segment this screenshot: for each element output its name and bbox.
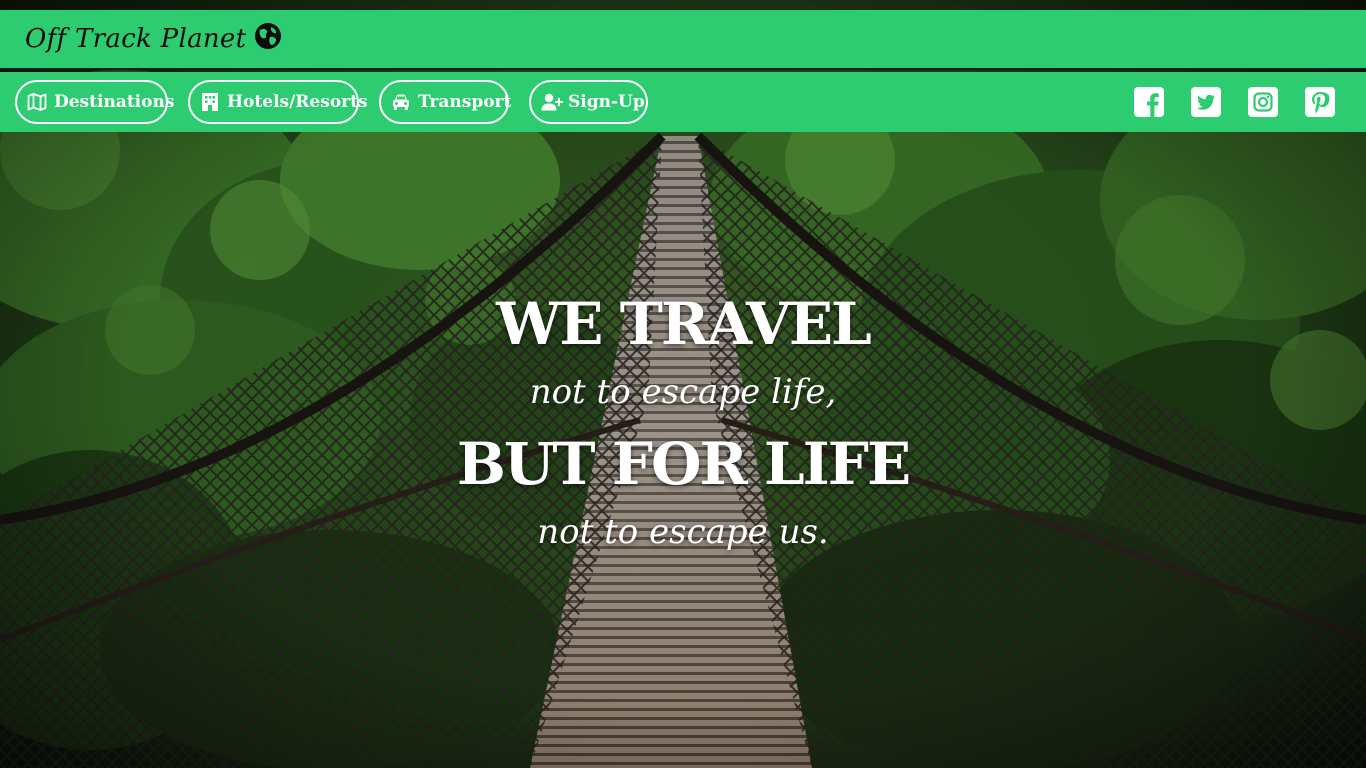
- nav-destinations-label: Destinations: [54, 92, 175, 112]
- pinterest-icon: [1305, 87, 1335, 117]
- nav-signup-label: Sign-Up: [568, 92, 645, 112]
- hotel-icon: [200, 92, 220, 112]
- nav-destinations-button[interactable]: Destinations: [15, 80, 174, 124]
- pinterest-link[interactable]: [1305, 87, 1335, 117]
- instagram-link[interactable]: [1248, 87, 1278, 117]
- brand-name: Off Track Planet: [25, 24, 247, 54]
- facebook-link[interactable]: [1134, 87, 1164, 117]
- header-bar: Off Track Planet: [0, 10, 1366, 70]
- nav-transport-label: Transport: [418, 92, 512, 112]
- car-icon: [391, 92, 411, 112]
- hero-quote-line-1: WE TRAVEL: [496, 290, 872, 358]
- twitter-link[interactable]: [1191, 87, 1221, 117]
- hero-quote-line-4: not to escape us.: [537, 512, 829, 552]
- twitter-icon: [1191, 87, 1221, 117]
- nav-signup-button[interactable]: Sign-Up: [529, 80, 648, 124]
- nav-bar: Destinations Hotels/Resorts Transport Si…: [0, 72, 1366, 132]
- user-plus-icon: [541, 92, 563, 112]
- instagram-icon: [1248, 87, 1278, 117]
- nav-hotels-button[interactable]: Hotels/Resorts: [188, 80, 368, 124]
- map-icon: [27, 92, 47, 112]
- page: Off Track Planet Destinations Hotels/Res…: [0, 0, 1366, 768]
- nav-transport-button[interactable]: Transport: [379, 80, 512, 124]
- brand-logo[interactable]: Off Track Planet: [25, 20, 282, 58]
- hero-quote-line-2: not to escape life,: [529, 372, 837, 412]
- nav-hotels-label: Hotels/Resorts: [227, 92, 368, 112]
- hero-quote-line-3: BUT FOR LIFE: [456, 430, 911, 498]
- facebook-icon: [1134, 87, 1164, 117]
- globe-icon: [254, 22, 282, 50]
